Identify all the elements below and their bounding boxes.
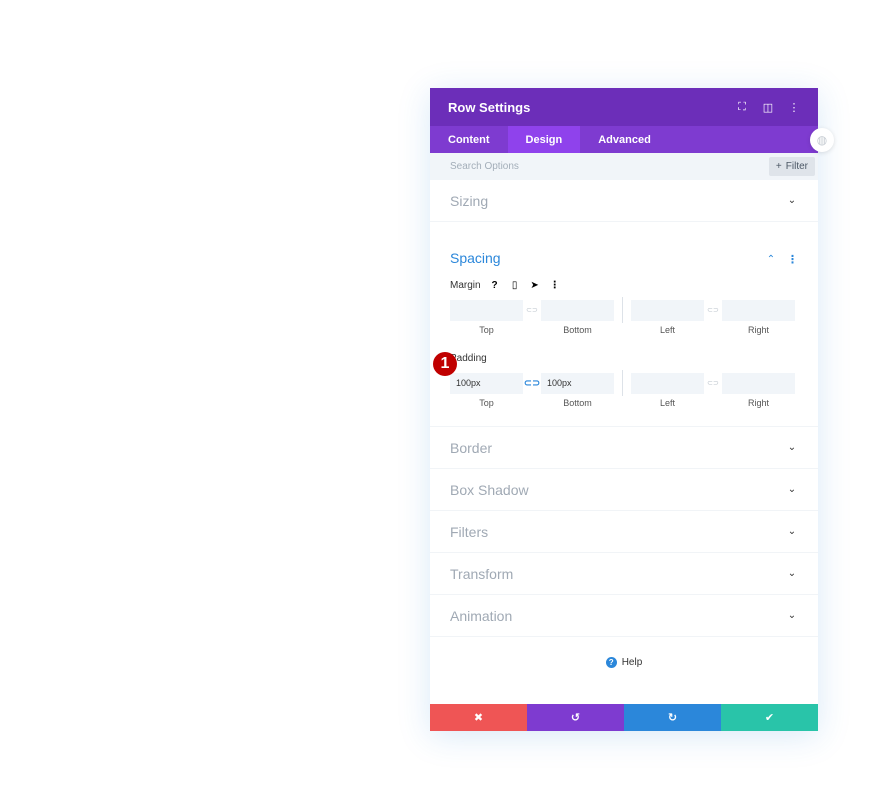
spacing-header[interactable]: Spacing ⌃ ⋮ (450, 222, 798, 276)
section-spacing: Spacing ⌃ ⋮ Margin ? ▯ ➤ ⋮ ⊂⊃ ⊂⊃ Top Bot… (430, 222, 818, 427)
link-icon[interactable]: ⊂⊃ (523, 306, 541, 314)
padding-right-input[interactable] (722, 372, 795, 394)
tab-content[interactable]: Content (430, 126, 508, 153)
fullscreen-icon[interactable]: ⛶ (736, 101, 748, 114)
sublabel-left: Left (659, 398, 675, 408)
margin-right-input[interactable] (722, 299, 795, 321)
help-icon: ? (605, 657, 617, 668)
section-title: Sizing (450, 192, 489, 209)
sublabel-bottom: Bottom (563, 325, 592, 335)
sublabel-right: Right (747, 325, 769, 335)
responsive-icon[interactable]: ▯ (509, 280, 521, 291)
padding-top-input[interactable] (450, 372, 523, 394)
annotation-badge: 1 (433, 352, 457, 376)
margin-sublabels: Top Bottom Left Right (450, 325, 798, 335)
link-icon[interactable]: ⊂⊃ (704, 379, 722, 387)
settings-body: Sizing ⌄ Spacing ⌃ ⋮ Margin ? ▯ ➤ ⋮ ⊂⊃ ⊂… (430, 180, 818, 704)
help-label: Help (621, 657, 643, 668)
section-sizing[interactable]: Sizing ⌄ (430, 180, 818, 222)
section-title: Transform (450, 565, 514, 582)
cancel-button[interactable]: ✖ (430, 704, 527, 731)
modal-header: Row Settings ⛶ ◫ ⋮ (430, 88, 818, 126)
check-icon: ✔ (764, 712, 775, 724)
section-border[interactable]: Border ⌄ (430, 427, 818, 469)
margin-label: Margin (450, 279, 481, 291)
margin-bottom-input[interactable] (541, 299, 614, 321)
tab-design[interactable]: Design (507, 126, 581, 153)
filter-button[interactable]: + Filter (768, 157, 815, 176)
padding-inputs: ⊂⊃ ⊂⊃ (450, 370, 798, 396)
chevron-down-icon: ⌄ (787, 568, 797, 579)
margin-top-input[interactable] (450, 299, 523, 321)
search-bar: Search Options + Filter (430, 153, 818, 180)
undo-icon: ↺ (570, 712, 581, 724)
section-title: Box Shadow (450, 481, 529, 498)
redo-icon: ↻ (667, 712, 678, 724)
sublabel-right: Right (747, 398, 769, 408)
section-title: Filters (450, 523, 489, 540)
section-box-shadow[interactable]: Box Shadow ⌄ (430, 469, 818, 511)
help-link[interactable]: ? Help (430, 657, 818, 668)
sublabel-top: Top (479, 325, 494, 335)
help-icon[interactable]: ? (489, 280, 501, 291)
padding-bottom-input[interactable] (541, 372, 614, 394)
modal-footer: ✖ ↺ ↻ ✔ (430, 704, 818, 731)
chevron-down-icon: ⌄ (787, 195, 797, 206)
more-options-icon[interactable]: ⋮ (788, 101, 800, 114)
save-button[interactable]: ✔ (721, 704, 818, 731)
padding-sublabels: Top Bottom Left Right (450, 398, 798, 408)
section-title: Spacing (450, 250, 501, 266)
padding-left-input[interactable] (631, 372, 704, 394)
chevron-down-icon: ⌄ (787, 610, 797, 621)
chevron-up-icon[interactable]: ⌃ (765, 254, 777, 265)
divider (622, 297, 623, 323)
section-title: Animation (450, 607, 513, 624)
chevron-down-icon: ⌄ (787, 442, 797, 453)
divider (622, 370, 623, 396)
tab-advanced[interactable]: Advanced (580, 126, 669, 153)
sublabel-bottom: Bottom (563, 398, 592, 408)
margin-left-input[interactable] (631, 299, 704, 321)
section-transform[interactable]: Transform ⌄ (430, 553, 818, 595)
split-view-icon[interactable]: ◫ (762, 101, 774, 114)
filter-label: Filter (785, 161, 808, 172)
plus-icon: + (775, 161, 782, 172)
sublabel-left: Left (659, 325, 675, 335)
tab-bar: Content Design Advanced (430, 126, 818, 153)
margin-inputs: ⊂⊃ ⊂⊃ (450, 297, 798, 323)
link-icon[interactable]: ⊂⊃ (704, 306, 722, 314)
margin-label-row: Margin ? ▯ ➤ ⋮ (450, 276, 798, 294)
chevron-down-icon: ⌄ (787, 526, 797, 537)
section-filters[interactable]: Filters ⌄ (430, 511, 818, 553)
hover-icon[interactable]: ➤ (529, 280, 541, 291)
row-settings-modal: Row Settings ⛶ ◫ ⋮ Content Design Advanc… (430, 88, 818, 731)
link-active-icon[interactable]: ⊂⊃ (523, 378, 541, 389)
redo-button[interactable]: ↻ (624, 704, 721, 731)
modal-title: Row Settings (448, 99, 531, 115)
undo-button[interactable]: ↺ (527, 704, 624, 731)
more-icon[interactable]: ⋮ (549, 280, 561, 291)
section-title: Border (450, 439, 493, 456)
search-input[interactable]: Search Options (450, 161, 519, 172)
section-animation[interactable]: Animation ⌄ (430, 595, 818, 637)
sublabel-top: Top (479, 398, 494, 408)
close-icon: ✖ (473, 712, 484, 724)
more-options-icon[interactable]: ⋮ (787, 253, 798, 266)
chevron-down-icon: ⌄ (787, 484, 797, 495)
padding-label-row: Padding (450, 349, 798, 367)
globe-handle-icon[interactable]: ◍ (810, 128, 834, 152)
